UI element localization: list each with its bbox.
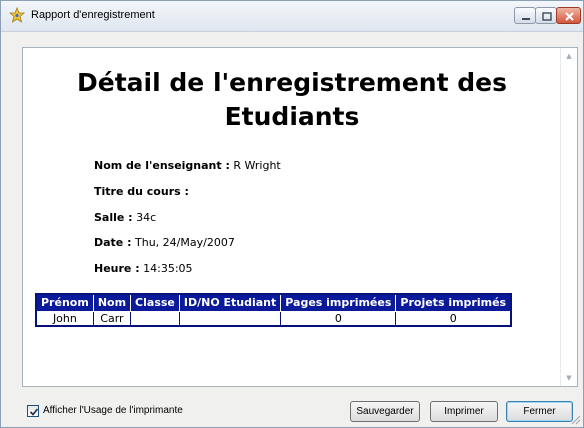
date-row: Date : Thu, 24/May/2007 (94, 236, 235, 250)
show-printer-usage-checkbox[interactable] (27, 405, 39, 417)
minimize-button[interactable] (514, 7, 536, 24)
time-label: Heure : (94, 262, 140, 275)
cell-last-name: Carr (92, 310, 132, 327)
close-icon (565, 12, 574, 21)
table-row: John Carr 0 0 (35, 310, 512, 327)
maximize-icon (542, 12, 552, 21)
scroll-down-icon[interactable]: ▼ (561, 370, 577, 386)
minimize-icon (522, 18, 530, 20)
resize-grip-icon[interactable] (569, 413, 581, 425)
header-class: Classe (130, 293, 180, 312)
room-row: Salle : 34c (94, 211, 156, 225)
header-projects-printed: Projets imprimés (395, 293, 512, 312)
cell-projects-printed: 0 (395, 310, 512, 327)
room-label: Salle : (94, 211, 133, 224)
date-value: Thu, 24/May/2007 (135, 236, 235, 249)
cell-pages-printed: 0 (280, 310, 397, 327)
vertical-scrollbar[interactable]: ▲ ▼ (560, 48, 577, 386)
cell-class (130, 310, 180, 327)
teacher-label: Nom de l'enseignant : (94, 159, 230, 172)
window-title: Rapport d'enregistrement (31, 9, 155, 21)
close-button[interactable]: Fermer (506, 401, 573, 422)
table-header-row: Prénom Nom Classe ID/NO Etudiant Pages i… (35, 293, 512, 312)
room-value: 34c (136, 211, 157, 224)
close-window-button[interactable] (556, 7, 581, 24)
students-table: Prénom Nom Classe ID/NO Etudiant Pages i… (35, 293, 513, 327)
time-row: Heure : 14:35:05 (94, 262, 193, 276)
star-icon (9, 7, 25, 23)
cell-first-name: John (35, 310, 94, 327)
report-panel: Détail de l'enregistrement des Etudiants… (22, 47, 578, 387)
header-pages-printed: Pages imprimées (280, 293, 397, 312)
header-student-id: ID/NO Etudiant (178, 293, 282, 312)
title-bar[interactable]: Rapport d'enregistrement (1, 1, 583, 32)
checkmark-icon (29, 408, 39, 416)
teacher-value: R Wright (233, 159, 281, 172)
scroll-up-icon[interactable]: ▲ (561, 48, 577, 64)
course-row: Titre du cours : (94, 185, 189, 199)
date-label: Date : (94, 236, 132, 249)
time-value: 14:35:05 (143, 262, 193, 275)
show-printer-usage-label[interactable]: Afficher l'Usage de l'imprimante (43, 405, 183, 417)
report-window: Rapport d'enregistrement Détail de l'enr… (0, 0, 584, 428)
save-button[interactable]: Sauvegarder (350, 401, 420, 422)
course-label: Titre du cours : (94, 185, 189, 198)
header-first-name: Prénom (35, 293, 94, 312)
maximize-button[interactable] (535, 7, 557, 24)
report-title: Détail de l'enregistrement des Etudiants (77, 68, 507, 131)
teacher-row: Nom de l'enseignant : R Wright (94, 159, 281, 173)
print-button[interactable]: Imprimer (430, 401, 498, 422)
cell-student-id (178, 310, 282, 327)
header-last-name: Nom (92, 293, 132, 312)
